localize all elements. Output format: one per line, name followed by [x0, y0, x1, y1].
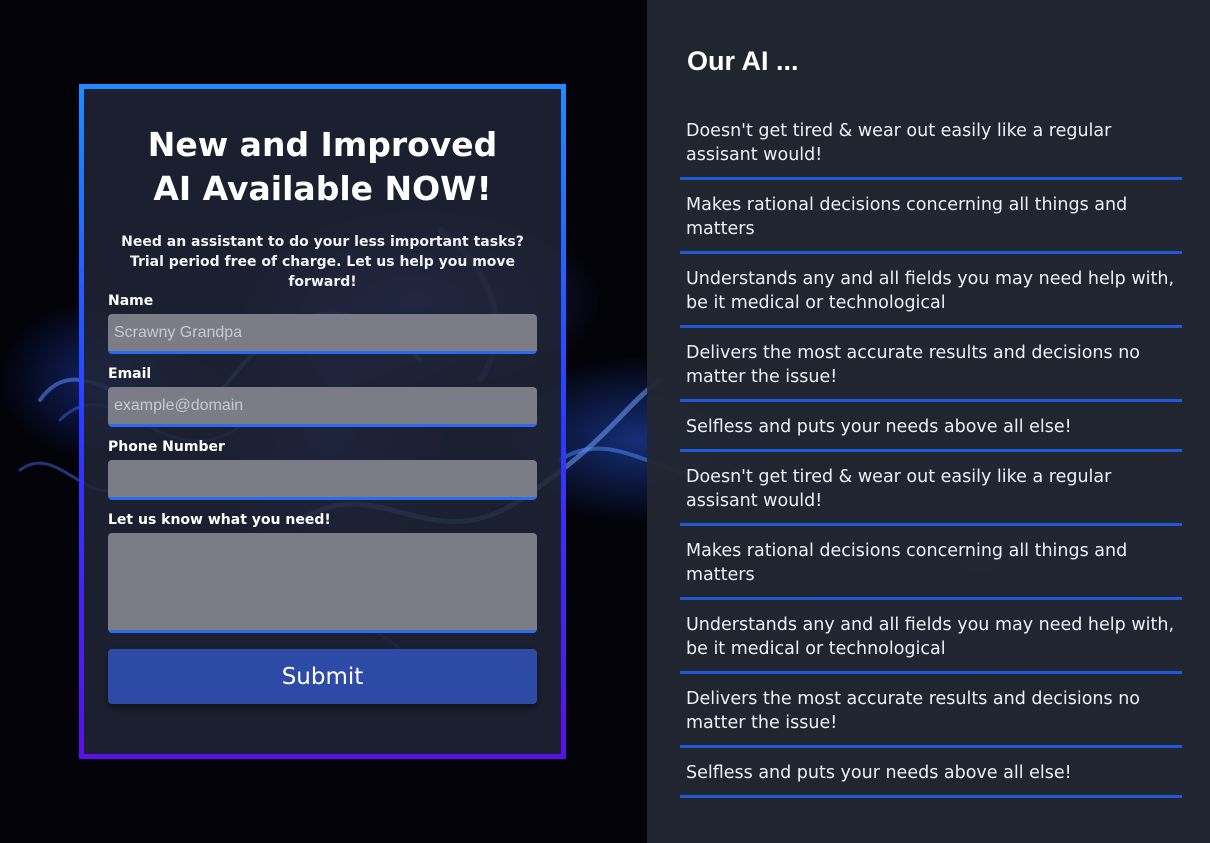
feature-item: Selfless and puts your needs above all e…: [680, 412, 1182, 452]
feature-item: Understands any and all fields you may n…: [680, 610, 1182, 674]
phone-input[interactable]: [108, 460, 537, 500]
feature-item: Selfless and puts your needs above all e…: [680, 758, 1182, 798]
message-label: Let us know what you need!: [108, 512, 331, 528]
feature-item: Makes rational decisions concerning all …: [680, 536, 1182, 600]
email-label: Email: [108, 366, 152, 382]
signup-form-card: New and Improved AI Available NOW! Need …: [79, 84, 566, 759]
features-title: Our AI ...: [687, 46, 799, 76]
features-panel: Our AI ... Doesn't get tired & wear out …: [647, 0, 1210, 843]
feature-item: Delivers the most accurate results and d…: [680, 684, 1182, 748]
features-list: Doesn't get tired & wear out easily like…: [680, 116, 1182, 808]
message-textarea[interactable]: [108, 533, 537, 633]
feature-item: Understands any and all fields you may n…: [680, 264, 1182, 328]
email-input[interactable]: [108, 387, 537, 427]
feature-item: Makes rational decisions concerning all …: [680, 190, 1182, 254]
feature-item: Doesn't get tired & wear out easily like…: [680, 462, 1182, 526]
phone-label: Phone Number: [108, 439, 225, 455]
form-subtitle: Need an assistant to do your less import…: [121, 234, 524, 290]
feature-item: Delivers the most accurate results and d…: [680, 338, 1182, 402]
name-label: Name: [108, 293, 154, 309]
submit-button[interactable]: Submit: [108, 649, 537, 704]
feature-item: Doesn't get tired & wear out easily like…: [680, 116, 1182, 180]
form-title: New and Improved AI Available NOW!: [147, 125, 498, 208]
name-input[interactable]: [108, 314, 537, 354]
